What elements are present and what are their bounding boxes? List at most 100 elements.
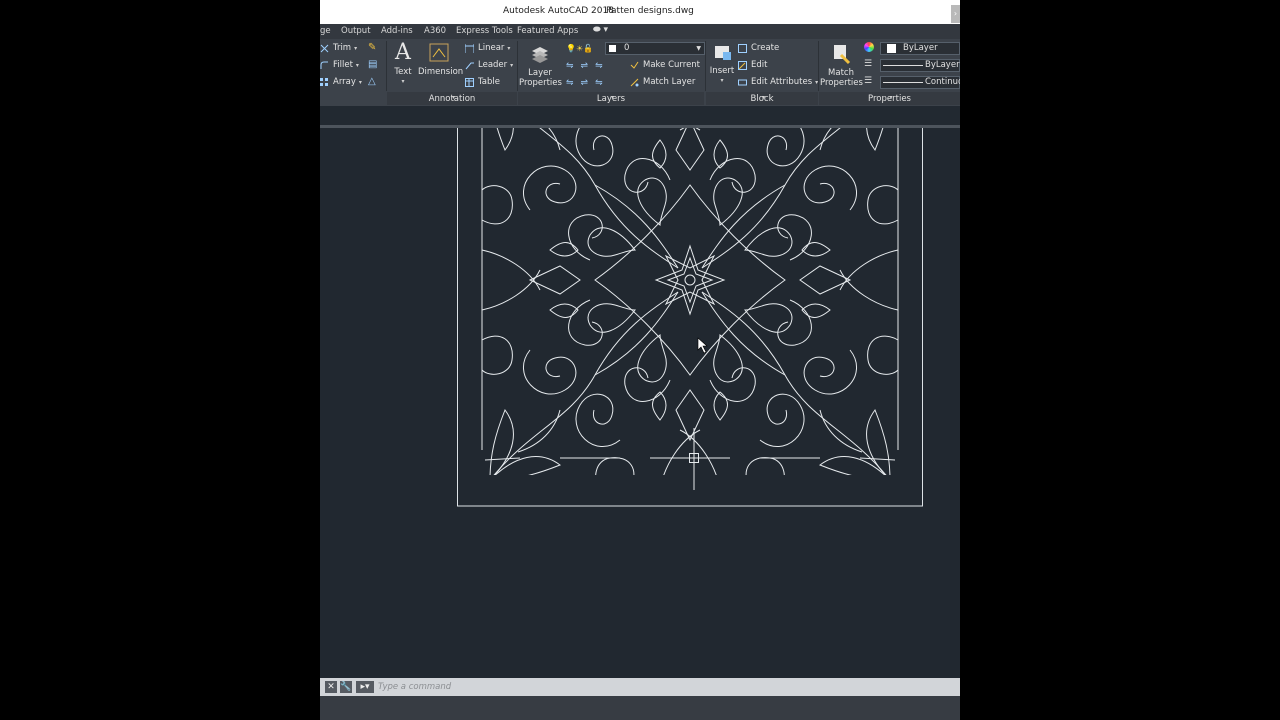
tab-featured-apps[interactable]: Featured Apps <box>517 26 578 36</box>
modify-tool-icon-3[interactable]: △ <box>368 76 376 87</box>
leader-button[interactable]: Leader ▾ <box>465 60 513 70</box>
linetype-line <box>883 82 923 83</box>
title-bar: Autodesk AutoCAD 2018 Patten designs.dwg… <box>320 0 960 24</box>
dimension-icon <box>429 41 449 63</box>
color-swatch <box>887 44 896 53</box>
fillet-label: Fillet <box>333 60 353 70</box>
text-label: Text <box>394 67 412 77</box>
linear-dimension-icon <box>464 43 475 53</box>
annotation-panel-footer[interactable]: Annotation ▾ <box>387 92 517 105</box>
dimension-button[interactable]: Dimension <box>418 41 464 77</box>
make-current-label: Make Current <box>643 60 701 70</box>
leader-icon <box>465 61 474 70</box>
match-properties-icon <box>831 43 851 65</box>
layer-dropdown-value: 0 <box>624 43 630 53</box>
lineweight-dropdown[interactable]: ByLayer <box>880 59 960 72</box>
insert-button[interactable]: Insert ▾ <box>707 43 737 86</box>
create-block-icon <box>738 43 747 53</box>
make-current-icon <box>630 61 639 70</box>
fillet-icon <box>320 61 329 70</box>
make-current-button[interactable]: Make Current <box>630 60 700 70</box>
layer-properties-icon <box>530 43 550 65</box>
linetype-icon[interactable]: ☰ <box>864 76 872 86</box>
match-layer-label: Match Layer <box>643 77 696 87</box>
trim-label: Trim <box>333 43 352 53</box>
tab-manage[interactable]: ge <box>320 26 331 36</box>
command-history-icon[interactable]: ▸▾ <box>356 681 374 693</box>
customize-wrench-icon[interactable]: 🔧 <box>340 681 352 693</box>
linetype-dropdown[interactable]: Continuo <box>880 76 960 89</box>
layer-dropdown[interactable]: 0 ▼ <box>605 42 705 55</box>
edit-attributes-icon <box>738 78 747 87</box>
linetype-dropdown-value: Continuo <box>925 77 960 87</box>
lineweight-dropdown-value: ByLayer <box>925 60 960 70</box>
linear-label: Linear <box>478 43 505 53</box>
layers-panel-footer[interactable]: Layers ▾ <box>518 92 704 105</box>
create-block-button[interactable]: Create <box>738 43 779 53</box>
color-wheel-icon[interactable] <box>864 42 874 52</box>
autocad-window: Autodesk AutoCAD 2018 Patten designs.dwg… <box>320 0 960 720</box>
edit-block-icon <box>738 60 747 70</box>
lineweight-icon[interactable]: ☰ <box>864 59 872 69</box>
text-icon: A <box>395 40 411 65</box>
table-icon <box>465 77 474 87</box>
dimension-label: Dimension <box>418 67 464 77</box>
array-button[interactable]: Array ▾ <box>320 77 362 87</box>
tab-express-tools[interactable]: Express Tools <box>456 26 513 36</box>
match-layer-icon <box>630 78 639 87</box>
layer-properties-button[interactable]: Layer Properties <box>519 43 562 88</box>
tab-a360[interactable]: A360 <box>424 26 446 36</box>
leader-label: Leader <box>478 60 508 70</box>
crosshair-cursor <box>660 428 726 490</box>
table-label: Table <box>478 77 500 87</box>
layer-state-icons[interactable]: 💡☀🔓 <box>566 44 593 53</box>
trim-icon <box>320 44 329 53</box>
lineweight-line <box>883 65 923 66</box>
color-dropdown[interactable]: ByLayer <box>880 42 960 55</box>
match-properties-button[interactable]: Match Properties <box>820 43 863 88</box>
edit-attributes-button[interactable]: Edit Attributes ▾ <box>738 77 818 87</box>
insert-label: Insert <box>709 66 735 76</box>
ribbon: Trim ▾ Fillet ▾ Array ▾ ✎ ▤ △ A Text ▾ Dime… <box>320 39 960 106</box>
fillet-button[interactable]: Fillet ▾ <box>320 60 359 70</box>
workspace-toggle-icon[interactable]: ⬬ ▾ <box>593 25 608 35</box>
app-title: Autodesk AutoCAD 2018 <box>503 6 614 16</box>
array-icon <box>320 77 329 87</box>
layer-tool-icons-row-2[interactable]: ⇋⇌⇋ <box>566 78 610 88</box>
insert-block-icon <box>712 43 732 63</box>
drawing-canvas[interactable] <box>320 105 960 678</box>
array-label: Array <box>333 77 356 87</box>
linear-button[interactable]: Linear ▾ <box>464 43 510 53</box>
ornamental-pattern <box>481 105 899 475</box>
match-layer-button[interactable]: Match Layer <box>630 77 695 87</box>
edit-block-button[interactable]: Edit <box>738 60 767 70</box>
modify-tool-icon-2[interactable]: ▤ <box>368 59 377 70</box>
command-input[interactable]: Type a command <box>378 682 451 692</box>
close-icon[interactable]: ✕ <box>325 681 337 693</box>
layer-tool-icons-row-1[interactable]: ⇋⇌⇋ <box>566 61 610 71</box>
tab-add-ins[interactable]: Add-ins <box>381 26 413 36</box>
edit-label: Edit <box>751 60 768 70</box>
layer-properties-label: Layer Properties <box>519 68 562 88</box>
command-line: ✕ 🔧 ▸▾ Type a command <box>320 678 960 696</box>
edit-attributes-label: Edit Attributes <box>751 77 813 87</box>
create-label: Create <box>751 43 780 53</box>
color-dropdown-value: ByLayer <box>903 43 938 53</box>
mouse-pointer-icon <box>697 337 708 354</box>
file-name: Patten designs.dwg <box>606 6 694 16</box>
trim-button[interactable]: Trim ▾ <box>320 43 357 53</box>
pattern-drawing <box>457 105 923 507</box>
modify-tool-icon-1[interactable]: ✎ <box>368 42 376 53</box>
text-button[interactable]: A Text ▾ <box>392 41 414 87</box>
status-bar <box>320 696 960 720</box>
title-scroll-arrow-icon[interactable]: › <box>951 5 960 23</box>
layer-color-swatch <box>609 45 616 52</box>
tab-output[interactable]: Output <box>341 26 371 36</box>
ribbon-gap <box>320 106 960 126</box>
chevron-down-icon: ▼ <box>696 45 701 52</box>
ribbon-tab-bar: ge Output Add-ins A360 Express Tools Fea… <box>320 24 960 39</box>
properties-panel-footer[interactable]: Properties ▾ <box>819 92 960 105</box>
table-button[interactable]: Table <box>465 77 500 87</box>
match-properties-label: Match Properties <box>820 68 863 88</box>
block-panel-footer[interactable]: Block ▾ <box>706 92 818 105</box>
